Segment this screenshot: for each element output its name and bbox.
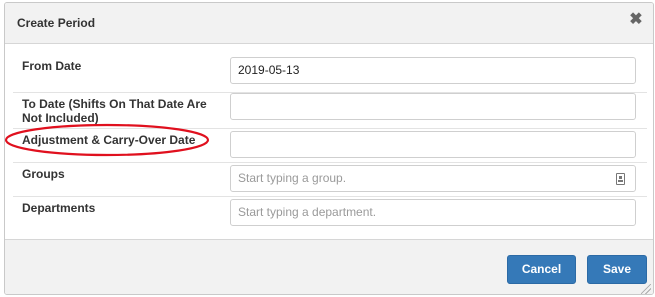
resize-handle-icon[interactable] <box>641 284 651 294</box>
picker-icon[interactable] <box>616 173 625 185</box>
departments-input[interactable]: Start typing a department. <box>230 199 636 226</box>
cancel-button[interactable]: Cancel <box>507 255 576 284</box>
dialog-header: Create Period ✖ <box>5 3 653 44</box>
from-date-input[interactable]: 2019-05-13 <box>230 57 636 84</box>
departments-label: Departments <box>22 201 96 215</box>
groups-label: Groups <box>22 167 65 181</box>
from-date-label: From Date <box>22 59 82 73</box>
dialog-footer: Cancel Save <box>5 239 653 294</box>
adjustment-date-label: Adjustment & Carry-Over Date <box>22 133 196 147</box>
groups-placeholder: Start typing a group. <box>238 171 347 185</box>
from-date-row: From Date 2019-05-13 <box>13 54 647 93</box>
save-button[interactable]: Save <box>587 255 647 284</box>
close-icon[interactable]: ✖ <box>629 12 643 28</box>
to-date-label: To Date (Shifts On That Date Are Not Inc… <box>22 97 207 125</box>
dialog-title: Create Period <box>17 16 96 30</box>
to-date-input[interactable] <box>230 93 636 120</box>
adjustment-date-input[interactable] <box>230 131 636 158</box>
departments-placeholder: Start typing a department. <box>238 205 377 219</box>
adjustment-date-row: Adjustment & Carry-Over Date <box>13 128 647 163</box>
create-period-dialog: Create Period ✖ From Date 2019-05-13 To … <box>4 2 654 295</box>
groups-input[interactable]: Start typing a group. <box>230 165 636 192</box>
groups-row: Groups Start typing a group. <box>13 162 647 197</box>
to-date-row: To Date (Shifts On That Date Are Not Inc… <box>13 92 647 129</box>
departments-row: Departments Start typing a department. <box>13 196 647 230</box>
